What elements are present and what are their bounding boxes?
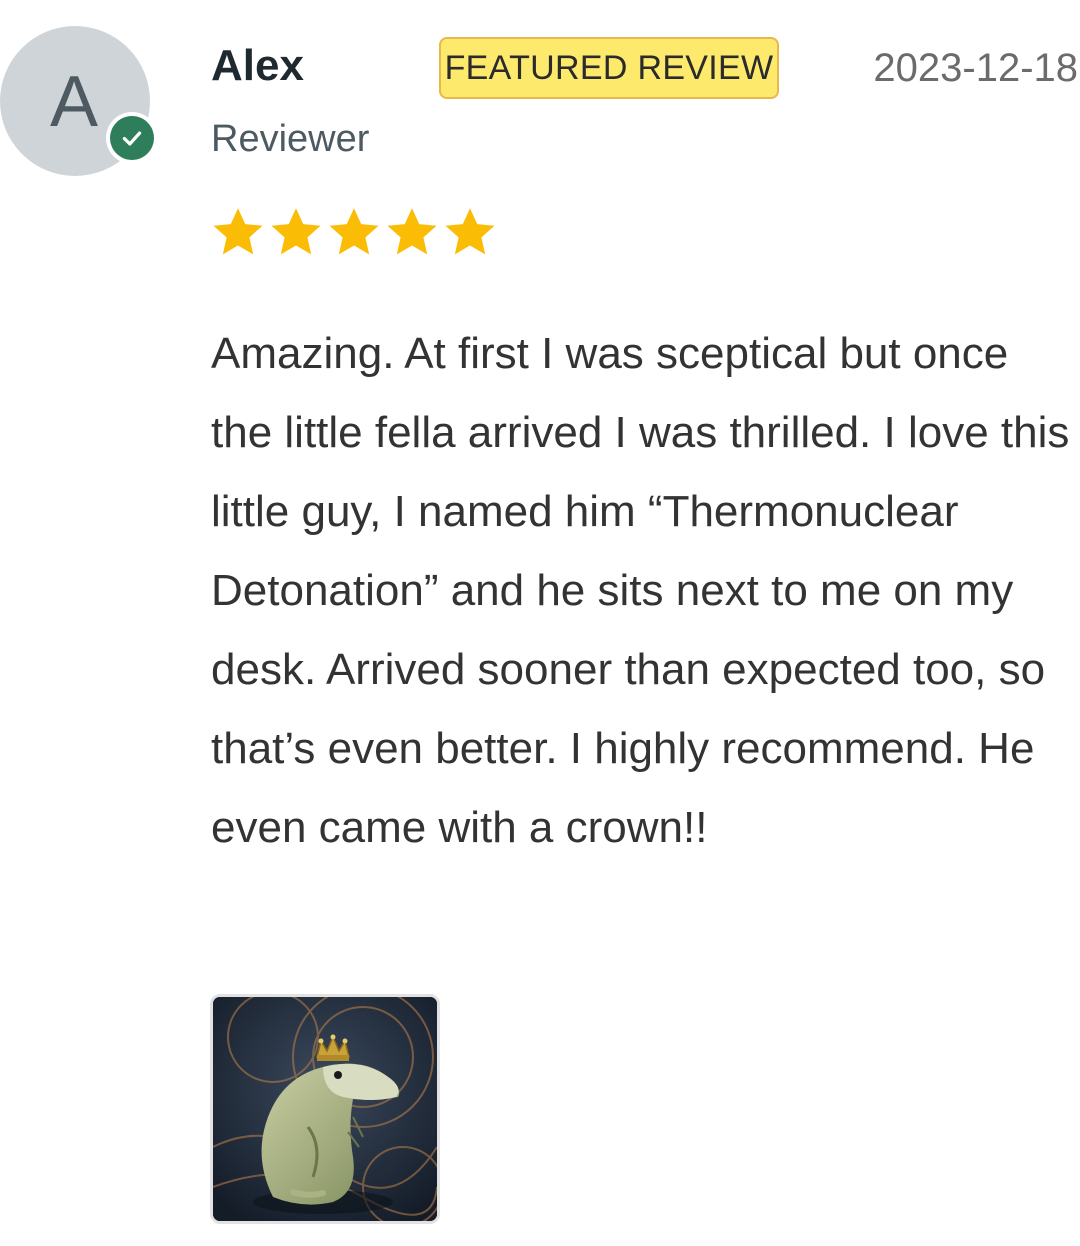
star-icon — [387, 208, 437, 255]
reviewer-name: Alex — [211, 41, 304, 90]
star-icon — [213, 208, 263, 255]
star-icon — [329, 208, 379, 255]
featured-review-badge: FEATURED REVIEW — [439, 37, 779, 99]
star-icon — [271, 208, 321, 255]
avatar-initial: A — [49, 62, 99, 142]
review-card: A Alex FEATURED REVIEW 2023-12-18 Review… — [0, 0, 1080, 1246]
reviewer-role: Reviewer — [211, 118, 370, 160]
star-icon — [445, 208, 495, 255]
verified-badge-icon — [106, 112, 158, 164]
checkmark-icon — [122, 131, 142, 146]
crocodile-figurine-with-crown-photo — [213, 997, 437, 1221]
review-photo-thumbnail[interactable] — [210, 994, 440, 1224]
review-body: Amazing. At first I was sceptical but on… — [211, 329, 1070, 852]
star-rating — [210, 204, 498, 260]
review-date: 2023-12-18 — [873, 46, 1078, 90]
